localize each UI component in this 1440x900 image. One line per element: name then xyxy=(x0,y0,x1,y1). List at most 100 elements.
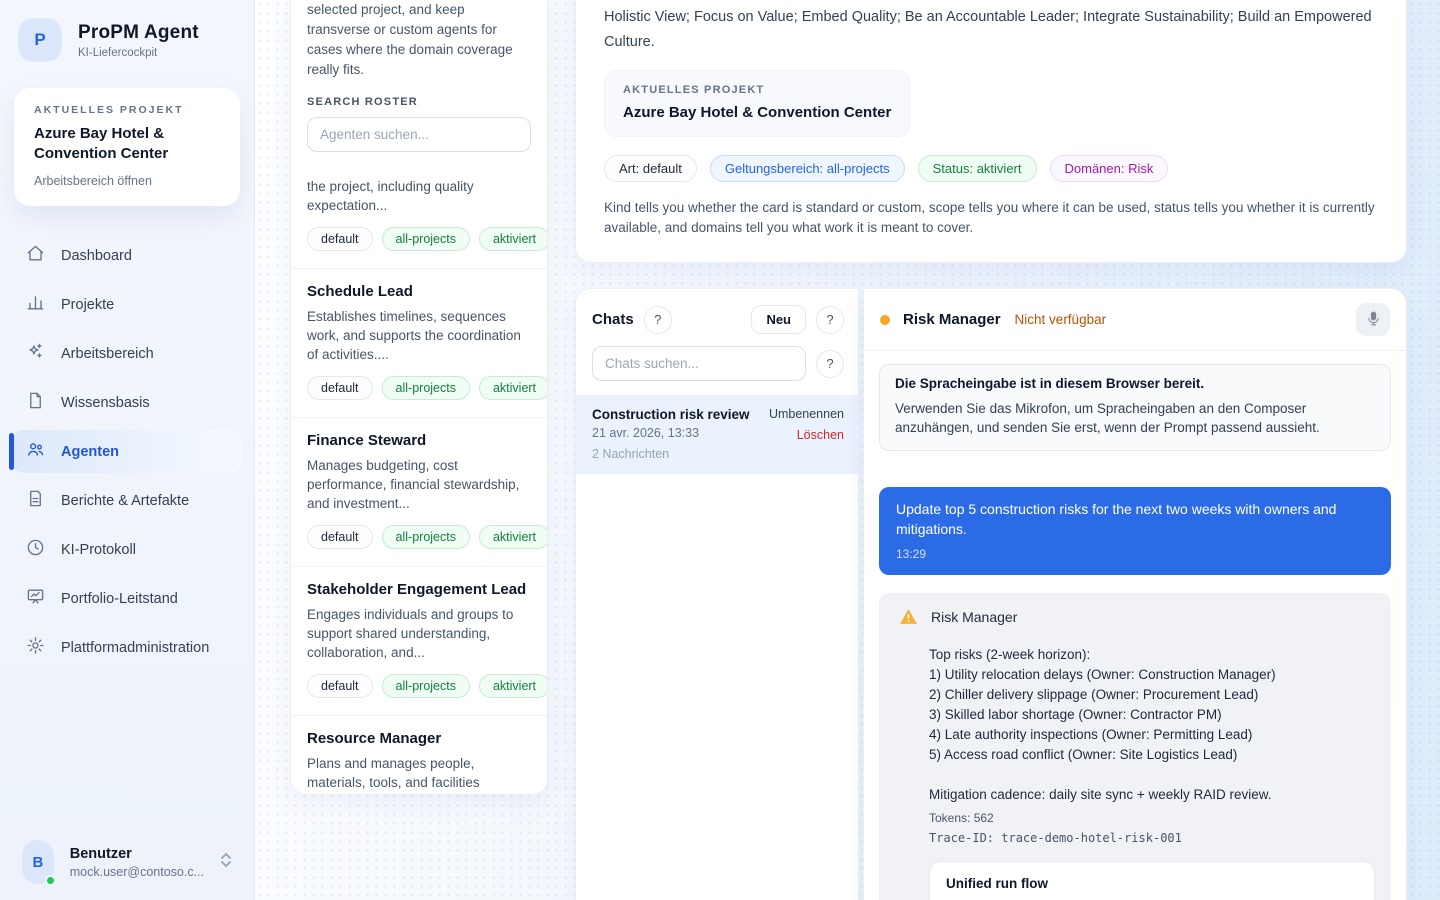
sidebar-item-plattformadministration[interactable]: Plattformadministration xyxy=(12,626,242,669)
sidebar-item-arbeitsbereich[interactable]: Arbeitsbereich xyxy=(12,332,242,375)
detail-project-label: AKTUELLES PROJEKT xyxy=(623,84,891,96)
document-icon xyxy=(26,489,45,512)
help-icon[interactable]: ? xyxy=(644,306,672,334)
sidebar-item-label: Dashboard xyxy=(61,248,132,264)
chat-item-title: Construction risk review xyxy=(592,407,750,422)
users-icon xyxy=(26,440,45,463)
sidebar-item-portfolio-leitstand[interactable]: Portfolio-Leitstand xyxy=(12,577,242,620)
user-message-text: Update top 5 construction risks for the … xyxy=(896,499,1374,539)
agent-message-bubble: Risk Manager Top risks (2-week horizon):… xyxy=(879,593,1391,900)
sidebar: P ProPM Agent KI-Liefercockpit AKTUELLES… xyxy=(0,0,255,900)
badge-domaenen: Domänen: Risk xyxy=(1050,155,1169,182)
sidebar-item-label: Portfolio-Leitstand xyxy=(61,591,178,607)
sidebar-item-label: KI-Protokoll xyxy=(61,542,136,558)
voice-info-body: Verwenden Sie das Mikrofon, um Sprachein… xyxy=(895,399,1375,437)
trace-id: Trace-ID: trace-demo-hotel-risk-001 xyxy=(929,831,1375,845)
help-icon[interactable]: ? xyxy=(816,306,844,334)
badge-kind: default xyxy=(307,376,373,400)
agent-search-input[interactable] xyxy=(307,117,531,152)
badge-status: aktiviert xyxy=(479,525,548,549)
app-title: ProPM Agent xyxy=(78,22,199,44)
main-area: and states. Use active agents for the se… xyxy=(255,0,1440,900)
online-status-dot xyxy=(45,875,56,886)
badge-scope: all-projects xyxy=(382,227,470,251)
chats-panel: Chats ? Neu ? ? Construction risk rev xyxy=(575,288,859,900)
agent-description: Establishes timelines, sequences work, a… xyxy=(307,307,531,364)
agent-card-clipped[interactable]: the project, including quality expectati… xyxy=(291,166,547,268)
home-icon xyxy=(26,244,45,267)
open-workspace-link[interactable]: Arbeitsbereich öffnen xyxy=(34,174,220,188)
detail-current-project-box: AKTUELLES PROJEKT Azure Bay Hotel & Conv… xyxy=(604,70,910,137)
token-count: Tokens: 562 xyxy=(929,811,1375,825)
sidebar-nav: Dashboard Projekte Arbeitsbereich Wissen… xyxy=(12,234,242,669)
new-chat-button[interactable]: Neu xyxy=(751,305,806,334)
user-menu[interactable]: B Benutzer mock.user@contoso.c... xyxy=(12,840,242,884)
app-subtitle: KI-Liefercockpit xyxy=(78,47,199,59)
user-name: Benutzer xyxy=(70,846,204,862)
badge-art: Art: default xyxy=(604,155,697,182)
chat-list-item[interactable]: Construction risk review 21 avr. 2026, 1… xyxy=(576,395,858,474)
sidebar-item-label: Wissensbasis xyxy=(61,395,150,411)
app-logo: P xyxy=(18,18,62,62)
app-logo-letter: P xyxy=(34,30,45,50)
chat-search-input[interactable] xyxy=(592,346,806,381)
current-project-name: Azure Bay Hotel & Convention Center xyxy=(34,124,220,164)
agent-name: Resource Manager xyxy=(307,730,531,747)
badge-scope: all-projects xyxy=(382,525,470,549)
agent-name: Schedule Lead xyxy=(307,283,531,300)
sidebar-item-label: Projekte xyxy=(61,297,114,313)
agent-card-schedule-lead[interactable]: Schedule Lead Establishes timelines, seq… xyxy=(291,268,547,417)
rename-chat-link[interactable]: Umbenennen xyxy=(769,407,844,421)
clock-icon xyxy=(26,538,45,561)
agent-description: Engages individuals and groups to suppor… xyxy=(307,605,531,662)
warning-icon xyxy=(899,608,918,625)
microphone-icon xyxy=(1365,310,1382,330)
sidebar-item-projekte[interactable]: Projekte xyxy=(12,283,242,326)
sidebar-item-wissensbasis[interactable]: Wissensbasis xyxy=(12,381,242,424)
sidebar-item-dashboard[interactable]: Dashboard xyxy=(12,234,242,277)
badge-kind: default xyxy=(307,525,373,549)
sidebar-item-agenten[interactable]: Agenten xyxy=(12,430,242,473)
badge-status: aktiviert xyxy=(479,674,548,698)
microphone-button[interactable] xyxy=(1356,303,1390,336)
badge-status: aktiviert xyxy=(479,227,548,251)
agent-card-stakeholder-engagement-lead[interactable]: Stakeholder Engagement Lead Engages indi… xyxy=(291,566,547,715)
sidebar-item-label: Plattformadministration xyxy=(61,640,209,656)
delete-chat-link[interactable]: Löschen xyxy=(769,428,844,442)
badge-explainer-text: Kind tells you whether the card is stand… xyxy=(604,198,1378,238)
detail-project-name: Azure Bay Hotel & Convention Center xyxy=(623,104,891,121)
agent-detail-principles: Holistic View; Focus on Value; Embed Qua… xyxy=(604,5,1378,55)
agent-message-sender: Risk Manager xyxy=(931,609,1017,625)
run-flow-title: Unified run flow xyxy=(946,876,1358,891)
agent-card-resource-manager[interactable]: Resource Manager Plans and manages peopl… xyxy=(291,715,547,795)
sidebar-item-ki-protokoll[interactable]: KI-Protokoll xyxy=(12,528,242,571)
unified-run-flow-card: Unified run flow Chat -> Run -> Structur… xyxy=(929,861,1375,900)
voice-input-info-box: Die Spracheingabe ist in diesem Browser … xyxy=(879,364,1391,451)
roster-search-label: SEARCH ROSTER xyxy=(291,96,547,108)
agent-card-finance-steward[interactable]: Finance Steward Manages budgeting, cost … xyxy=(291,417,547,566)
sidebar-item-label: Berichte & Artefakte xyxy=(61,493,189,509)
agent-description: the project, including quality expectati… xyxy=(307,177,531,215)
presentation-chart-icon xyxy=(26,587,45,610)
avatar: B xyxy=(22,840,54,884)
sparkles-icon xyxy=(26,342,45,365)
avatar-initial: B xyxy=(32,854,43,871)
chevron-updown-icon xyxy=(220,852,232,873)
chat-item-message-count: 2 Nachrichten xyxy=(592,447,750,461)
agent-detail-card: Holistic View; Focus on Value; Embed Qua… xyxy=(575,0,1407,263)
agent-description: Plans and manages people, materials, too… xyxy=(307,754,531,795)
agent-description: Manages budgeting, cost performance, fin… xyxy=(307,456,531,513)
current-project-card: AKTUELLES PROJEKT Azure Bay Hotel & Conv… xyxy=(14,88,240,206)
agent-name: Stakeholder Engagement Lead xyxy=(307,581,531,598)
badge-status: aktiviert xyxy=(479,376,548,400)
agent-message-text: Top risks (2-week horizon): 1) Utility r… xyxy=(929,645,1375,805)
badge-kind: default xyxy=(307,674,373,698)
badge-geltungsbereich: Geltungsbereich: all-projects xyxy=(710,155,905,182)
help-icon[interactable]: ? xyxy=(816,350,844,378)
badge-scope: all-projects xyxy=(382,674,470,698)
agent-name: Finance Steward xyxy=(307,432,531,449)
gear-icon xyxy=(26,636,45,659)
sidebar-item-berichte[interactable]: Berichte & Artefakte xyxy=(12,479,242,522)
file-icon xyxy=(26,391,45,414)
app-logo-row: P ProPM Agent KI-Liefercockpit xyxy=(12,18,242,62)
